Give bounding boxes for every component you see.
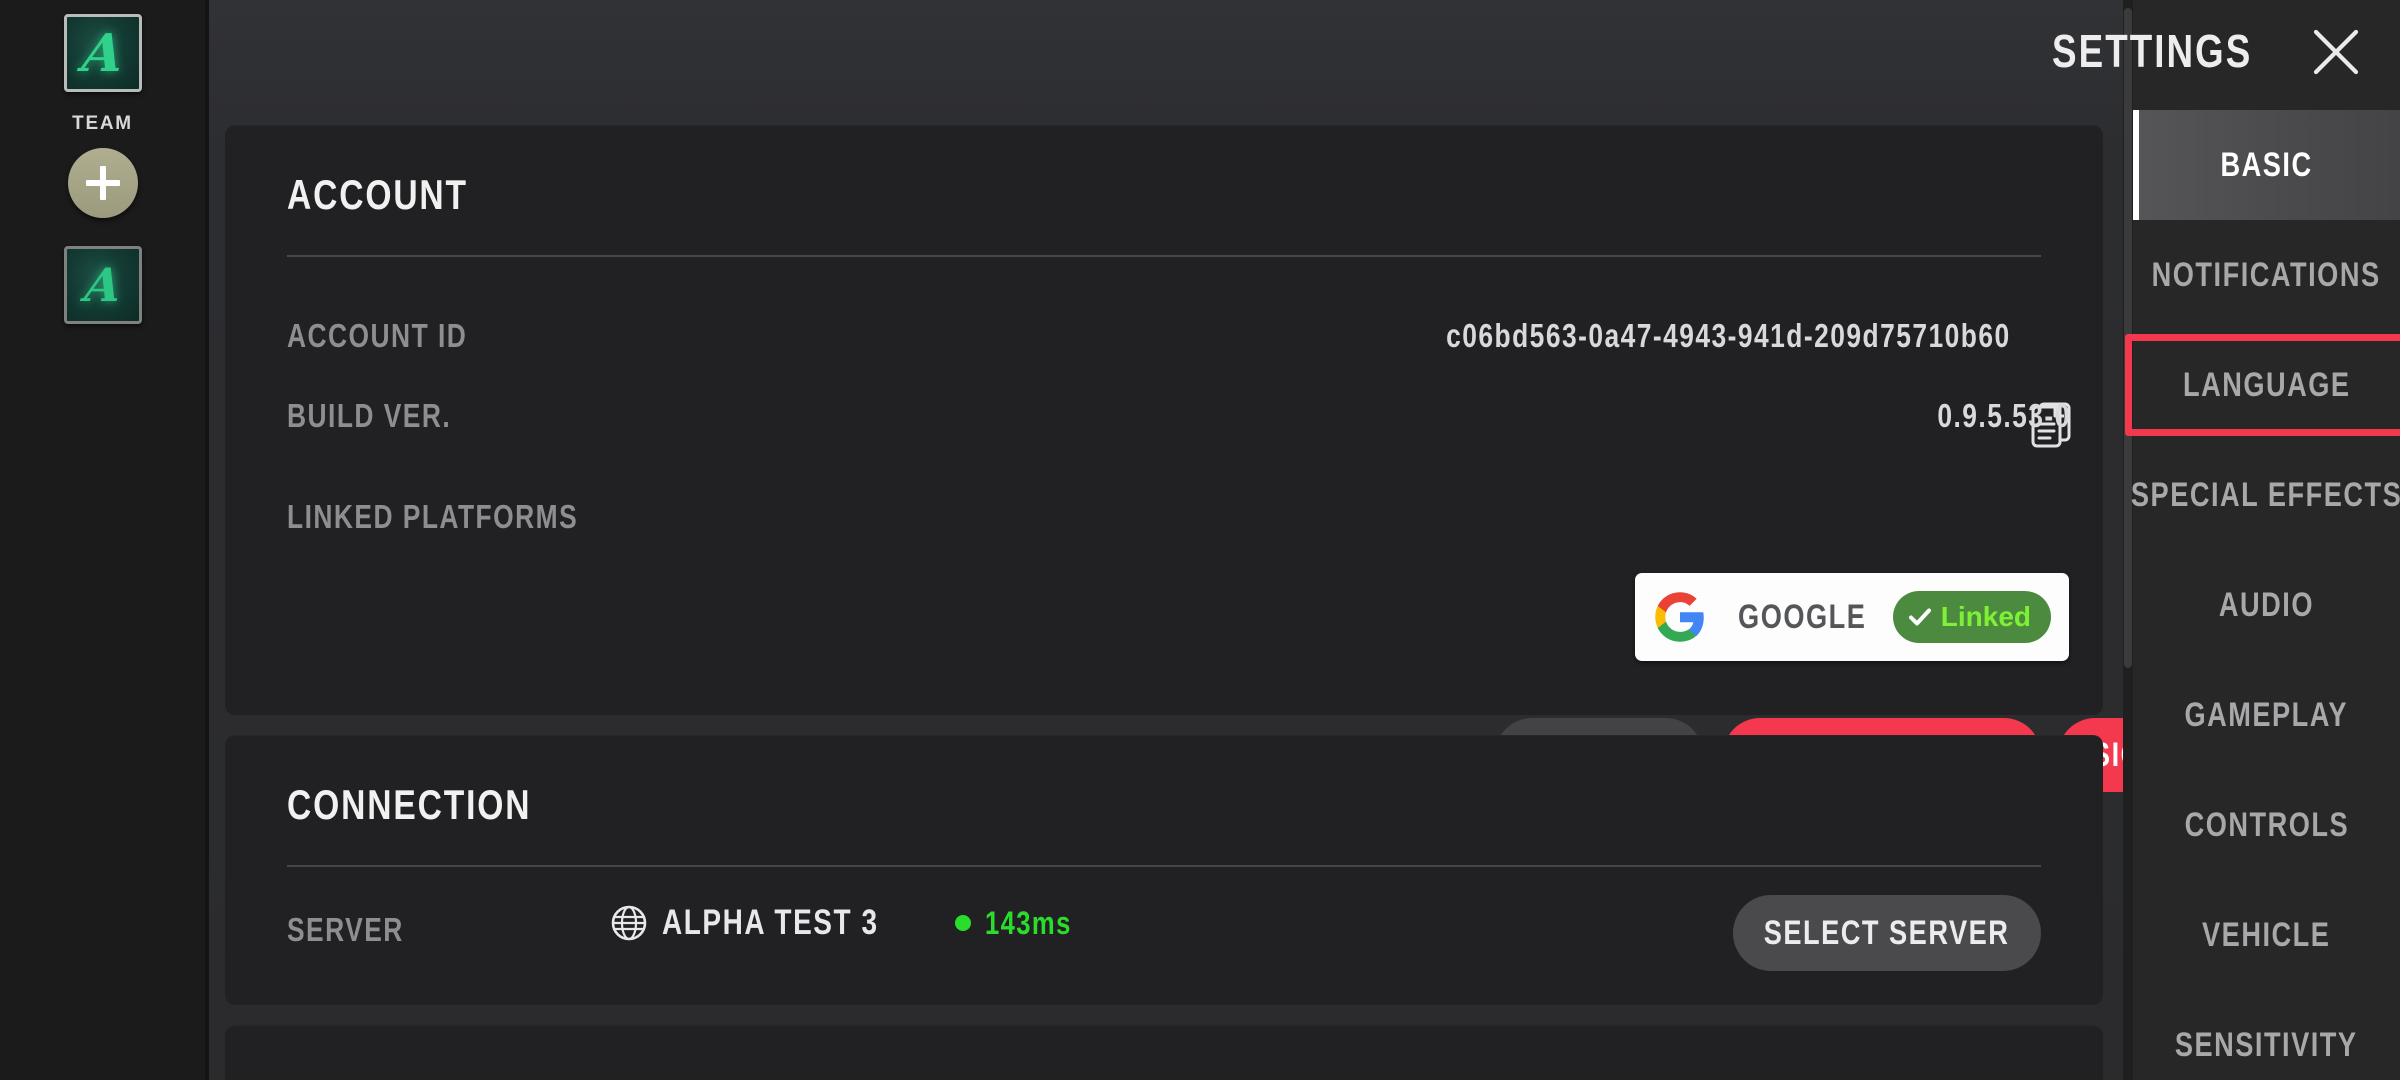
settings-screen: A TEAM A ACCOUNT ACCOUNT ID c06bd563-0a4… (0, 0, 2400, 1080)
build-version-label: BUILD VER. (287, 397, 452, 434)
linked-platform-google[interactable]: GOOGLE Linked (1635, 573, 2069, 661)
add-team-button[interactable] (67, 148, 138, 218)
server-label: SERVER (287, 911, 404, 948)
team-emblem-a-icon: A (81, 258, 124, 312)
connection-card: CONNECTION SERVER ALPHA TEST 3 143ms SEL… (225, 735, 2103, 1005)
team-slot-secondary[interactable]: A (63, 246, 142, 324)
status-badge: Linked (1892, 591, 2051, 643)
sidebar-item-gameplay[interactable]: GAMEPLAY (2133, 660, 2400, 770)
team-rail: A TEAM A (0, 0, 205, 1080)
divider (287, 255, 2041, 257)
status-badge-label: Linked (1940, 601, 2031, 632)
sidebar-item-controls[interactable]: CONTROLS (2133, 770, 2400, 880)
sidebar-item-label: CONTROLS (2184, 805, 2349, 844)
select-server-button[interactable]: SELECT SERVER (1733, 895, 2041, 971)
google-icon (1655, 592, 1704, 642)
ping-status-dot (954, 915, 971, 931)
platform-name: GOOGLE (1737, 597, 1867, 636)
next-settings-card (225, 1025, 2103, 1080)
sidebar-item-vehicle[interactable]: VEHICLE (2133, 880, 2400, 990)
sidebar-item-label: NOTIFICATIONS (2152, 255, 2381, 294)
connection-card-title: CONNECTION (287, 781, 532, 828)
sidebar-item-label: AUDIO (2218, 585, 2315, 624)
sidebar-item-language[interactable]: LANGUAGE (2133, 330, 2400, 440)
settings-panel: ACCOUNT ACCOUNT ID c06bd563-0a47-4943-94… (205, 0, 2270, 1080)
sidebar-item-label: GAMEPLAY (2184, 695, 2349, 734)
sidebar-item-label: BASIC (2220, 145, 2313, 184)
sidebar-item-notifications[interactable]: NOTIFICATIONS (2133, 220, 2400, 330)
sidebar-item-label: SENSITIVITY (2175, 1025, 2358, 1064)
globe-icon (611, 905, 647, 941)
account-card-title: ACCOUNT (287, 171, 468, 218)
settings-header: SETTINGS (2052, 0, 2400, 110)
page-title: SETTINGS (2051, 25, 2252, 77)
settings-sidebar: SETTINGS BASIC NOTIFICATIONS LANGUAGE SP… (2052, 0, 2400, 1080)
server-status: ALPHA TEST 3 143ms (610, 903, 1093, 943)
sidebar-item-label: SPECIAL EFFECTS (2130, 475, 2400, 514)
team-rail-label: TEAM (72, 113, 133, 134)
build-version-value: 0.9.5.53-0 (1937, 397, 2071, 434)
check-icon (1908, 608, 1931, 626)
account-id-label: ACCOUNT ID (287, 317, 468, 354)
sidebar-item-label: VEHICLE (2202, 915, 2331, 954)
divider (287, 865, 2041, 867)
account-card: ACCOUNT ACCOUNT ID c06bd563-0a47-4943-94… (225, 125, 2270, 792)
sidebar-item-audio[interactable]: AUDIO (2133, 550, 2400, 660)
close-icon[interactable] (2308, 24, 2364, 80)
sidebar-scrollbar[interactable] (2123, 0, 2133, 1080)
team-emblem-a-icon: A (79, 22, 126, 84)
ping-value: 143ms (984, 904, 1072, 941)
account-id-value: c06bd563-0a47-4943-941d-209d75710b60 (1446, 317, 2011, 354)
sidebar-item-basic[interactable]: BASIC (2133, 110, 2400, 220)
linked-platforms-label: LINKED PLATFORMS (287, 498, 579, 535)
team-slot-primary[interactable]: A (63, 14, 142, 92)
sidebar-item-label: LANGUAGE (2182, 365, 2351, 404)
sidebar-item-special-effects[interactable]: SPECIAL EFFECTS (2130, 440, 2400, 550)
select-server-button-label: SELECT SERVER (1764, 913, 2010, 952)
sidebar-item-sensitivity[interactable]: SENSITIVITY (2133, 990, 2400, 1080)
server-name: ALPHA TEST 3 (662, 903, 879, 942)
panel-left-edge (205, 0, 209, 1080)
